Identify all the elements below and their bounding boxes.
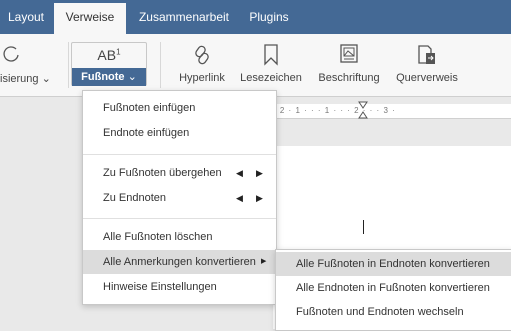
link-icon [195, 45, 209, 65]
menu-item-delete-all-footnotes[interactable]: Alle Fußnoten löschen [83, 225, 276, 249]
caption-label: Beschriftung [318, 72, 380, 84]
tab-verweise[interactable]: Verweise [54, 3, 126, 34]
ribbon-tab-bar: Layout Verweise Zusammenarbeit Plugins [0, 0, 511, 34]
text-cursor [363, 220, 364, 234]
footnote-icon: AB1 [97, 47, 121, 63]
menu-item-convert-all-notes[interactable]: Alle Anmerkungen konvertieren ▶ [83, 250, 276, 274]
indent-marker-icon[interactable] [358, 101, 368, 119]
hyperlink-button[interactable]: Hyperlink [172, 34, 232, 96]
previous-arrow-icon[interactable]: ◀ [236, 161, 243, 185]
tab-zusammenarbeit[interactable]: Zusammenarbeit [134, 0, 234, 34]
toolbar-separator [160, 42, 161, 88]
menu-item-insert-endnote[interactable]: Endnote einfügen [83, 121, 276, 145]
footnote-menu: Fußnoten einfügen Endnote einfügen Zu Fu… [82, 90, 277, 305]
bookmark-label: Lesezeichen [240, 72, 302, 84]
bookmark-icon [264, 44, 278, 66]
submenu-arrow-icon: ▶ [261, 258, 267, 265]
hyperlink-label: Hyperlink [179, 72, 225, 84]
menu-item-go-to-endnotes[interactable]: Zu Endnoten ◀ ▶ [83, 186, 276, 210]
update-button-label: isierung ⌄ [0, 73, 51, 85]
toolbar-separator [68, 42, 69, 88]
horizontal-ruler[interactable]: · 2 · 1 · · · 1 · · · 2 · · · 3 · [273, 104, 511, 119]
submenu-item-endnotes-to-footnotes[interactable]: Alle Endnoten in Fußnoten konvertieren [276, 276, 511, 300]
menu-item-label: Zu Fußnoten übergehen [103, 167, 222, 179]
next-arrow-icon[interactable]: ▶ [256, 161, 263, 185]
menu-item-label: Alle Anmerkungen konvertieren [103, 256, 256, 268]
menu-item-insert-footnote[interactable]: Fußnoten einfügen [83, 96, 276, 120]
bookmark-button[interactable]: Lesezeichen [238, 34, 304, 96]
update-button[interactable]: isierung ⌄ [0, 34, 56, 96]
menu-separator [83, 154, 276, 155]
next-arrow-icon[interactable]: ▶ [256, 186, 263, 210]
menu-item-label: Zu Endnoten [103, 192, 166, 204]
footnote-button[interactable]: AB1 Fußnote ⌄ [71, 42, 147, 86]
caption-button[interactable]: Beschriftung [314, 34, 384, 96]
previous-arrow-icon[interactable]: ◀ [236, 186, 243, 210]
menu-item-notes-settings[interactable]: Hinweise Einstellungen [83, 275, 276, 299]
convert-notes-submenu: Alle Fußnoten in Endnoten konvertieren A… [275, 249, 511, 331]
caption-icon [340, 44, 358, 63]
crossref-label: Querverweis [396, 72, 458, 84]
tab-layout[interactable]: Layout [4, 0, 48, 34]
menu-item-go-to-footnotes[interactable]: Zu Fußnoten übergehen ◀ ▶ [83, 161, 276, 185]
crossref-button[interactable]: Querverweis [392, 34, 462, 96]
footnote-dropdown-label[interactable]: Fußnote ⌄ [72, 68, 146, 86]
cross-reference-icon [418, 45, 435, 64]
tab-plugins[interactable]: Plugins [244, 0, 294, 34]
refresh-icon [3, 46, 19, 62]
submenu-item-footnotes-to-endnotes[interactable]: Alle Fußnoten in Endnoten konvertieren [276, 252, 511, 276]
chevron-down-icon: ⌄ [127, 71, 137, 83]
submenu-item-swap-notes[interactable]: Fußnoten und Endnoten wechseln [276, 300, 511, 324]
menu-separator [83, 218, 276, 219]
